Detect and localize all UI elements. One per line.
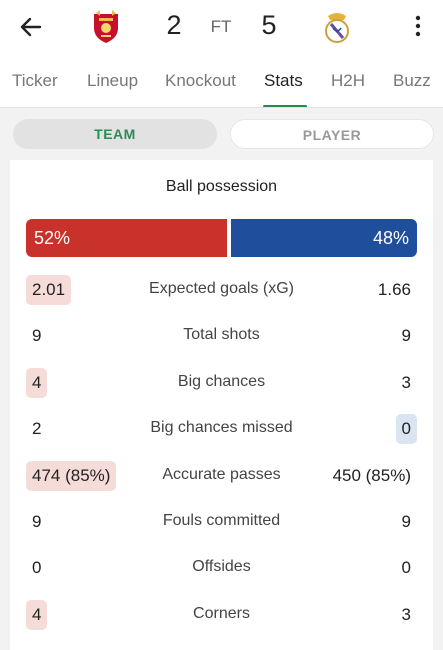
tab-ticker[interactable]: Ticker (12, 71, 58, 91)
away-score: 5 (261, 10, 277, 40)
stat-row: Offsides 0 0 (10, 553, 433, 583)
stat-row: Big chances missed 2 0 (10, 414, 433, 444)
arrow-left-icon[interactable] (18, 14, 44, 40)
stat-row: Big chances 4 3 (10, 368, 433, 398)
stat-home-value: 4 (26, 368, 48, 398)
stat-away-value: 3 (401, 605, 411, 624)
stat-row: Total shots 9 9 (10, 321, 433, 351)
stats-card: Ball possession 52% 48% Expected goals (… (10, 160, 433, 650)
stat-row: Accurate passes 474 (85%) 450 (85%) (10, 461, 433, 491)
match-tabs: Ticker Lineup Knockout Stats H2H Buzz (0, 56, 443, 108)
stat-label: Offsides (192, 558, 251, 575)
possession-bar-away: 48% (231, 219, 417, 257)
stat-label: Expected goals (xG) (149, 280, 294, 297)
stat-home-value: 2.01 (26, 275, 72, 305)
possession-title: Ball possession (165, 178, 278, 195)
team-toggle-button[interactable]: TEAM (13, 119, 217, 149)
active-tab-indicator (263, 105, 307, 107)
stat-home-value: 2 (32, 419, 42, 438)
stat-home-value: 9 (32, 326, 42, 345)
stat-away-value: 3 (401, 373, 411, 392)
stat-label: Big chances missed (150, 419, 293, 436)
stat-row: Fouls committed 9 9 (10, 507, 433, 537)
stat-home-value: 0 (32, 558, 42, 577)
tab-lineup[interactable]: Lineup (87, 71, 138, 91)
stat-home-value: 474 (85%) (26, 461, 117, 491)
possession-bar-home: 52% (26, 219, 227, 257)
stat-away-value: 9 (401, 512, 411, 531)
stat-home-value: 4 (26, 600, 48, 630)
team-player-toggle: TEAM PLAYER (0, 109, 443, 161)
stat-home-value: 9 (32, 512, 42, 531)
home-score: 2 (166, 10, 182, 40)
stat-label: Fouls committed (162, 512, 281, 529)
stat-label: Big chances (177, 373, 266, 390)
stat-away-value: 450 (85%) (332, 466, 411, 485)
real-madrid-crest-icon[interactable] (322, 10, 352, 44)
match-status: FT (210, 17, 232, 36)
tab-h2h[interactable]: H2H (331, 71, 365, 91)
liverpool-crest-icon[interactable] (91, 10, 121, 44)
more-vertical-icon[interactable] (411, 14, 425, 38)
stat-row: Corners 4 3 (10, 600, 433, 630)
match-header: 2 FT 5 (0, 0, 443, 56)
tab-buzz[interactable]: Buzz (393, 71, 431, 91)
stat-away-value: 9 (401, 326, 411, 345)
stat-label: Corners (193, 605, 250, 622)
tab-knockout[interactable]: Knockout (165, 71, 236, 91)
stat-label: Total shots (183, 326, 260, 343)
stat-away-value: 0 (395, 414, 417, 444)
stat-away-value: 0 (401, 558, 411, 577)
stat-row: Expected goals (xG) 2.01 1.66 (10, 275, 433, 305)
stat-away-value: 1.66 (377, 280, 411, 299)
tab-stats[interactable]: Stats (264, 71, 303, 91)
player-toggle-button[interactable]: PLAYER (230, 119, 434, 149)
